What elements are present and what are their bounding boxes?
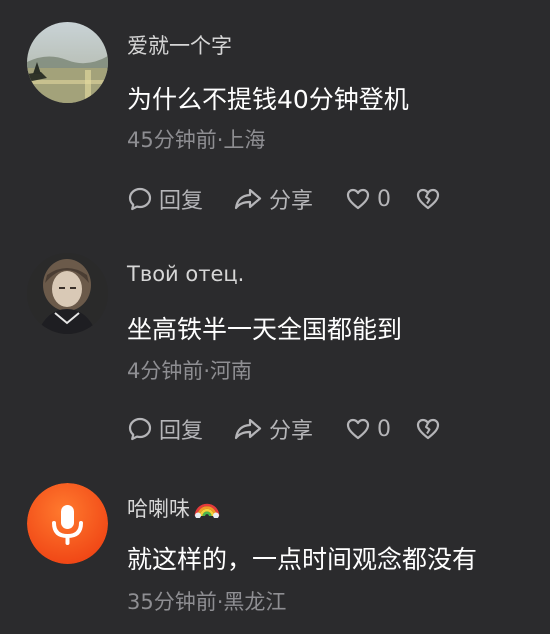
reply-label: 回复 <box>159 189 204 214</box>
comment-text: 为什么不提钱40分钟登机 <box>127 85 409 114</box>
share-label: 分享 <box>269 419 314 444</box>
like-count: 0 <box>377 186 391 212</box>
heart-icon <box>346 418 370 440</box>
comment-item: Твой отец. 坐高铁半一天全国都能到 4分钟前·河南 回复 分享 0 <box>0 230 550 460</box>
comment-text: 就这样的，一点时间观念都没有 <box>127 545 478 574</box>
share-arrow-icon <box>234 188 262 210</box>
comment-username[interactable]: 爱就一个字 <box>127 30 232 60</box>
like-count: 0 <box>377 416 391 442</box>
avatar[interactable] <box>27 483 108 564</box>
comment-item: 哈喇味 就这样的，一点时间观念都没有 35分钟前·黑龙江 <box>0 460 550 634</box>
avatar[interactable] <box>27 22 108 103</box>
comment-meta: 35分钟前·黑龙江 <box>127 590 287 614</box>
share-label: 分享 <box>269 189 314 214</box>
reply-bubble-icon <box>128 187 152 211</box>
share-arrow-icon <box>234 418 262 440</box>
comment-username[interactable]: Твой отец. <box>127 262 244 286</box>
portrait-avatar-image <box>27 253 108 334</box>
broken-heart-icon <box>416 188 440 210</box>
heart-icon <box>346 188 370 210</box>
landscape-avatar-image <box>27 22 108 103</box>
comment-actions: 回复 分享 0 <box>127 182 441 216</box>
like-button[interactable]: 0 <box>345 416 415 442</box>
voice-avatar-image <box>27 483 108 564</box>
share-button[interactable]: 分享 <box>233 183 345 215</box>
share-button[interactable]: 分享 <box>233 413 345 445</box>
username-text: 哈喇味 <box>127 497 190 521</box>
rainbow-emoji <box>194 503 220 519</box>
comment-actions: 回复 分享 0 <box>127 412 441 446</box>
avatar[interactable] <box>27 253 108 334</box>
comment-meta: 45分钟前·上海 <box>127 128 266 152</box>
reply-button[interactable]: 回复 <box>127 413 233 445</box>
comment-meta: 4分钟前·河南 <box>127 359 253 383</box>
like-button[interactable]: 0 <box>345 186 415 212</box>
comment-text: 坐高铁半一天全国都能到 <box>127 315 403 344</box>
comment-item: 爱就一个字 为什么不提钱40分钟登机 45分钟前·上海 回复 分享 0 <box>0 0 550 230</box>
broken-heart-icon <box>416 418 440 440</box>
comment-username[interactable]: 哈喇味 <box>127 493 220 523</box>
reply-label: 回复 <box>159 419 204 444</box>
dislike-button[interactable] <box>415 186 441 212</box>
dislike-button[interactable] <box>415 416 441 442</box>
reply-bubble-icon <box>128 417 152 441</box>
reply-button[interactable]: 回复 <box>127 183 233 215</box>
